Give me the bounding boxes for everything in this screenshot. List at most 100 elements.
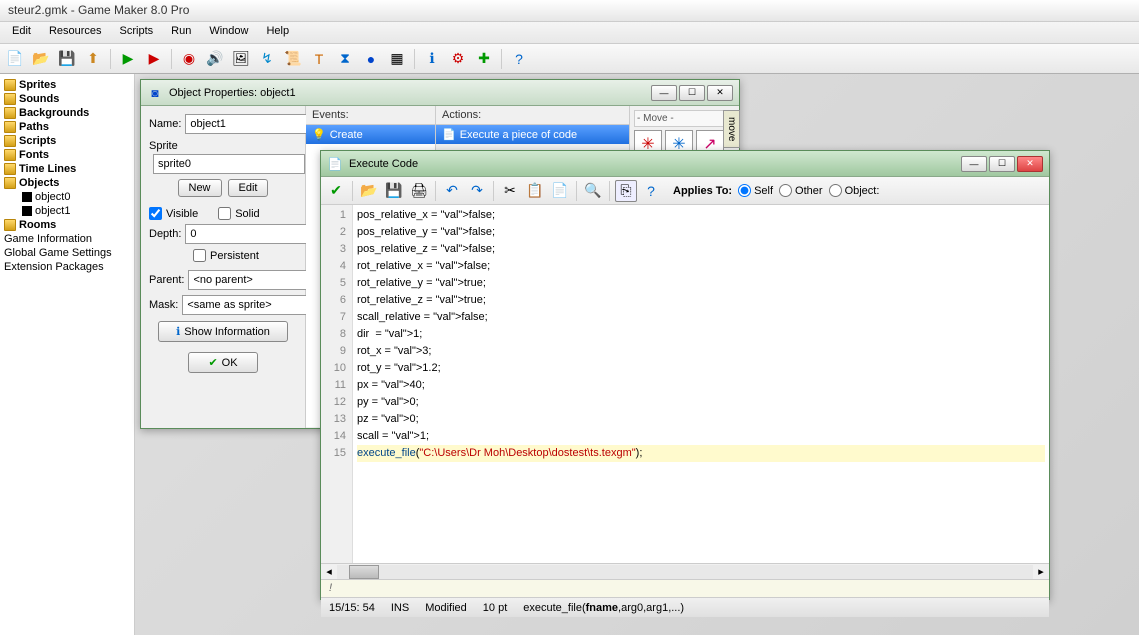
export-icon[interactable]: ⬆ [82,48,104,70]
undo-icon[interactable]: ↶ [441,180,463,202]
scroll-right-icon[interactable]: ▸ [1033,565,1049,578]
actions-list[interactable]: 📄Execute a piece of code [436,125,629,144]
tree-gameinfo[interactable]: Game Information [2,232,132,246]
edit-sprite-button[interactable]: Edit [228,179,269,197]
folder-icon [4,121,16,133]
status-fontsize: 10 pt [483,602,507,614]
status-bar: 15/15: 54 INS Modified 10 pt execute_fil… [321,597,1049,617]
info-icon[interactable]: ℹ [421,48,443,70]
window-titlebar[interactable]: 📄 Execute Code — ☐ ✕ [321,151,1049,177]
print-icon[interactable]: 🖨 [408,180,430,202]
goto-icon[interactable]: ⎘ [615,180,637,202]
copy-icon[interactable]: 📋 [524,180,546,202]
save-icon[interactable]: 💾 [383,180,405,202]
open-icon[interactable]: 📂 [358,180,380,202]
persistent-checkbox[interactable]: Persistent [193,249,297,262]
accept-icon[interactable]: ✔ [325,180,347,202]
path-icon[interactable]: ↯ [256,48,278,70]
show-info-button[interactable]: ℹShow Information [158,321,288,342]
sprite-icon[interactable]: ◉ [178,48,200,70]
help-icon[interactable]: ? [508,48,530,70]
minimize-button[interactable]: — [961,156,987,172]
redo-icon[interactable]: ↷ [466,180,488,202]
maximize-button[interactable]: ☐ [679,85,705,101]
applies-object-radio[interactable]: Object: [829,184,880,197]
applies-to-label: Applies To: [673,185,732,197]
horizontal-scrollbar[interactable]: ◂ ▸ [321,563,1049,579]
menu-run[interactable]: Run [163,22,199,43]
tree-object1[interactable]: object1 [20,204,132,218]
settings-icon[interactable]: ⚙ [447,48,469,70]
script-icon[interactable]: 📜 [282,48,304,70]
menu-help[interactable]: Help [258,22,297,43]
menu-window[interactable]: Window [201,22,256,43]
palette-header: - Move - [634,110,735,127]
object-icon [22,206,32,216]
minimize-button[interactable]: — [651,85,677,101]
cut-icon[interactable]: ✂ [499,180,521,202]
open-icon[interactable]: 📂 [30,48,52,70]
name-label: Name: [149,118,181,130]
paste-icon[interactable]: 📄 [549,180,571,202]
debug-icon[interactable]: ▶ [143,48,165,70]
scroll-thumb[interactable] [349,565,379,579]
menu-resources[interactable]: Resources [41,22,110,43]
help-icon[interactable]: ? [640,180,662,202]
window-title: Execute Code [349,158,418,170]
menubar: Edit Resources Scripts Run Window Help [0,22,1139,44]
background-icon[interactable]: 🖼 [230,48,252,70]
tree-object0[interactable]: object0 [20,190,132,204]
hint-bar: ! [321,579,1049,597]
new-icon[interactable]: 📄 [4,48,26,70]
window-titlebar[interactable]: ◙ Object Properties: object1 — ☐ ✕ [141,80,739,106]
action-execute-code[interactable]: 📄Execute a piece of code [436,125,629,144]
maximize-button[interactable]: ☐ [989,156,1015,172]
save-icon[interactable]: 💾 [56,48,78,70]
extension-icon[interactable]: ✚ [473,48,495,70]
scroll-left-icon[interactable]: ◂ [321,565,337,578]
execute-code-window: 📄 Execute Code — ☐ ✕ ✔ 📂 💾 🖨 ↶ ↷ ✂ [320,150,1050,600]
info-icon: ℹ [176,325,180,338]
close-button[interactable]: ✕ [1017,156,1043,172]
timeline-icon[interactable]: ⧗ [334,48,356,70]
mask-label: Mask: [149,299,178,311]
folder-icon [4,177,16,189]
object-icon [22,192,32,202]
palette-tab-move[interactable]: move [723,110,740,148]
font-icon[interactable]: T [308,48,330,70]
status-function: execute_file(fname,arg0,arg1,...) [523,602,684,614]
tree-globalsettings[interactable]: Global Game Settings [2,246,132,260]
room-icon[interactable]: ▦ [386,48,408,70]
run-icon[interactable]: ▶ [117,48,139,70]
code-editor[interactable]: pos_relative_x = "val">false;pos_relativ… [353,205,1049,563]
window-title: Object Properties: object1 [169,87,296,99]
menu-scripts[interactable]: Scripts [112,22,162,43]
code-toolbar: ✔ 📂 💾 🖨 ↶ ↷ ✂ 📋 📄 🔍 ⎘ ? Applies To: [321,177,1049,205]
folder-icon [4,135,16,147]
app-titlebar: steur2.gmk - Game Maker 8.0 Pro [0,0,1139,22]
object-icon[interactable]: ● [360,48,382,70]
find-icon[interactable]: 🔍 [582,180,604,202]
ok-button[interactable]: ✔OK [188,352,258,373]
sprite-input[interactable] [153,154,305,174]
folder-icon [4,107,16,119]
main-toolbar: 📄 📂 💾 ⬆ ▶ ▶ ◉ 🔊 🖼 ↯ 📜 T ⧗ ● ▦ ℹ ⚙ ✚ ? [0,44,1139,74]
applies-other-radio[interactable]: Other [779,184,823,197]
visible-checkbox[interactable]: Visible [149,207,198,220]
code-icon: 📄 [327,156,343,172]
tree-extensions[interactable]: Extension Packages [2,260,132,274]
folder-icon [4,149,16,161]
new-sprite-button[interactable]: New [178,179,222,197]
event-create[interactable]: 💡Create [306,125,435,144]
close-button[interactable]: ✕ [707,85,733,101]
check-icon: ✔ [208,356,217,369]
solid-checkbox[interactable]: Solid [218,207,259,220]
folder-icon [4,93,16,105]
status-modified: Modified [425,602,467,614]
sound-icon[interactable]: 🔊 [204,48,226,70]
menu-edit[interactable]: Edit [4,22,39,43]
code-icon: 📄 [442,128,456,141]
folder-icon [4,163,16,175]
applies-self-radio[interactable]: Self [738,184,773,197]
resource-tree[interactable]: Sprites Sounds Backgrounds Paths Scripts… [0,74,135,635]
